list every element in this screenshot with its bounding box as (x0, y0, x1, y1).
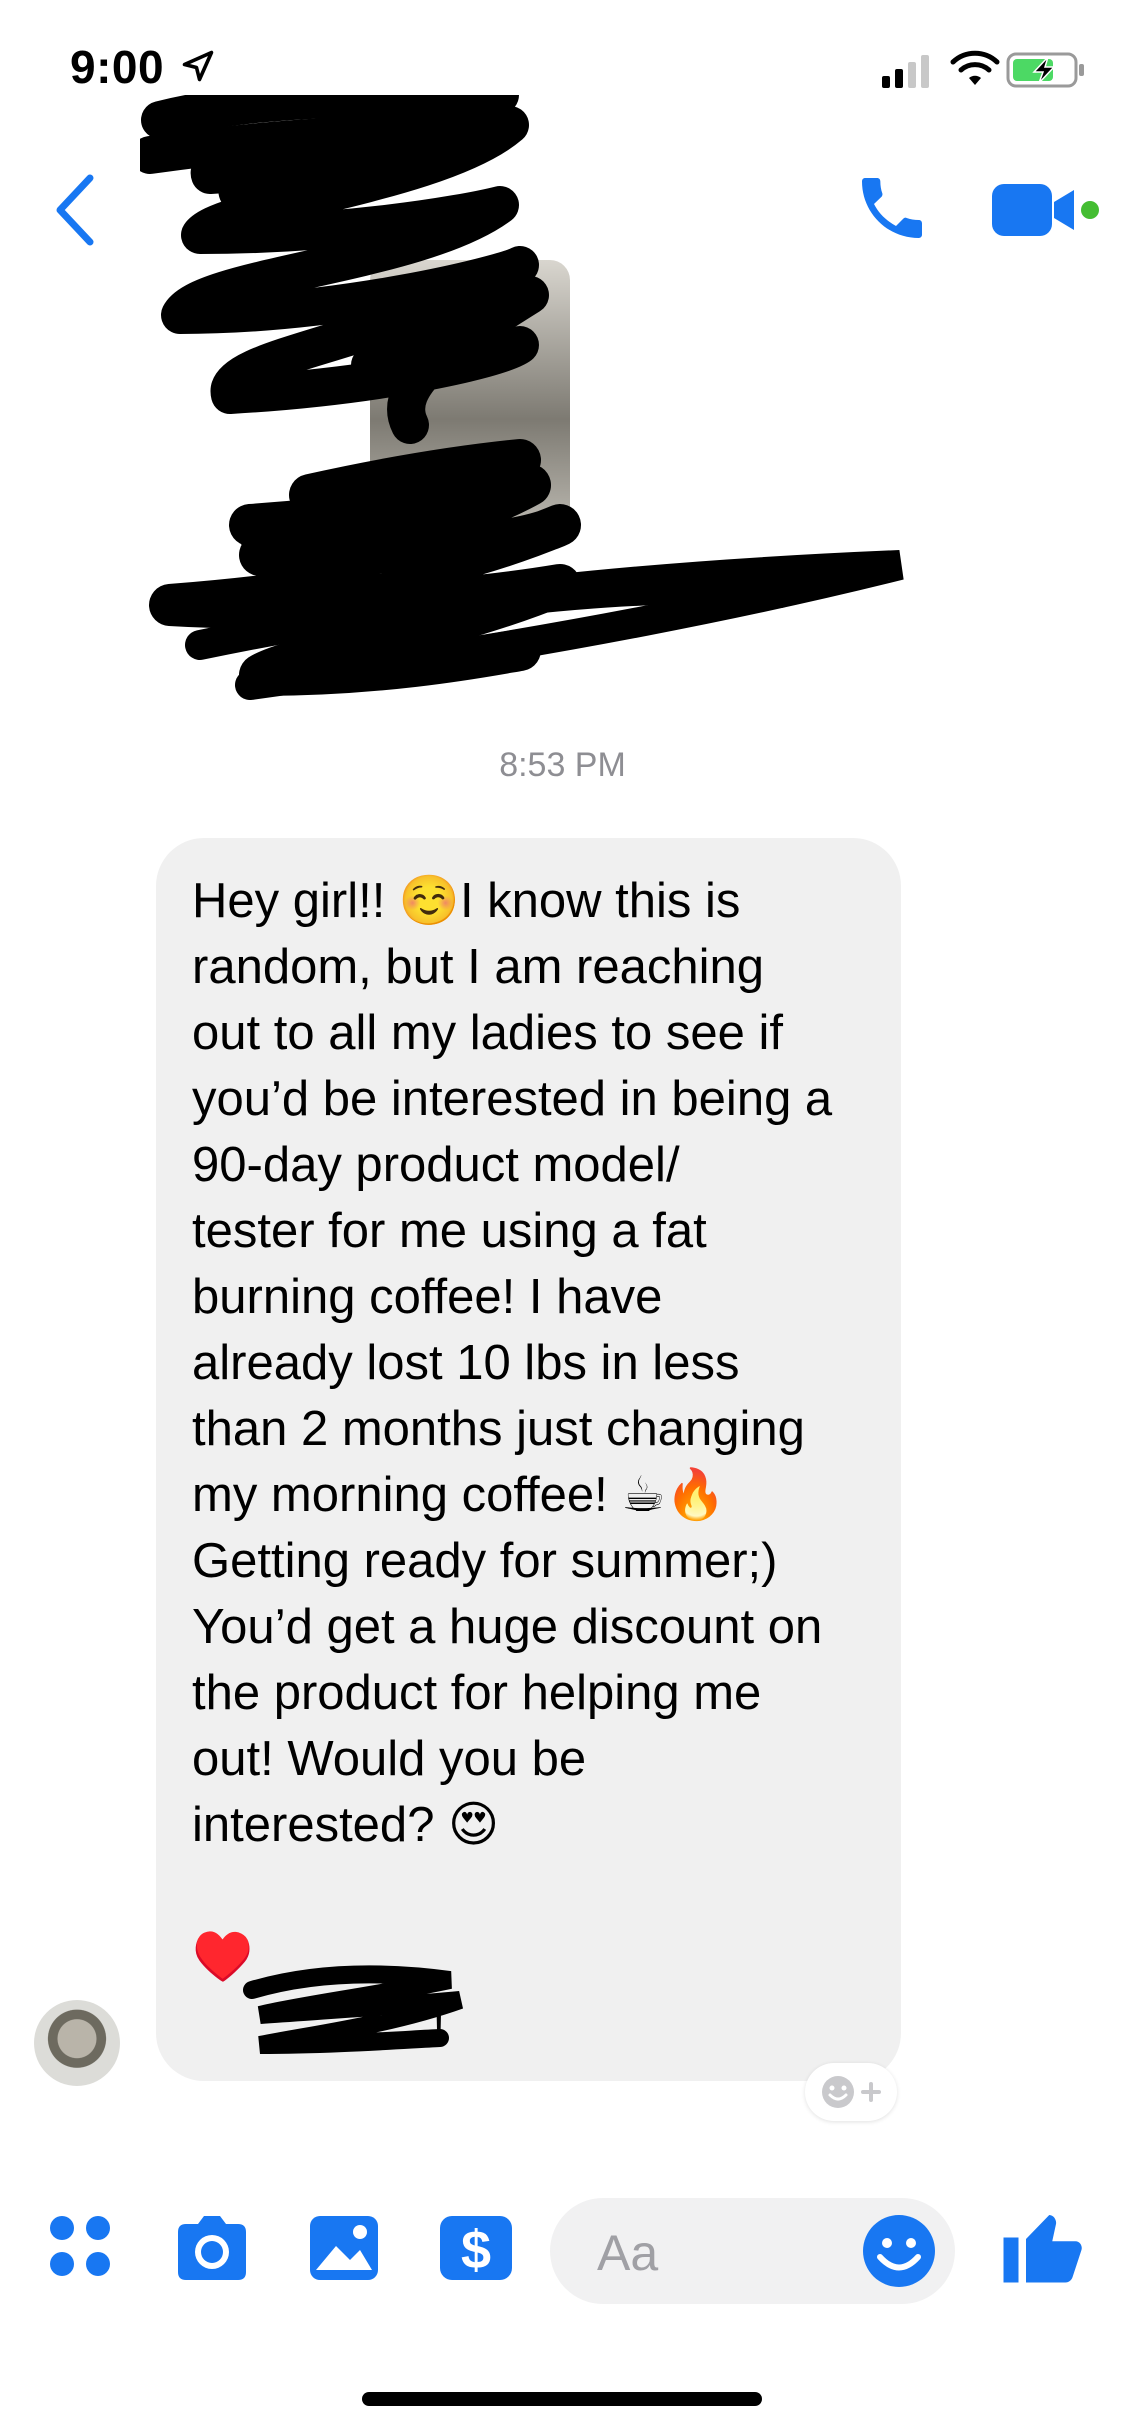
svg-text:$: $ (461, 2220, 491, 2280)
message-input-placeholder: Aa (597, 2225, 659, 2281)
battery-charging-icon (1006, 52, 1084, 88)
wifi-icon (950, 50, 1000, 85)
back-chevron-icon[interactable] (46, 170, 106, 250)
status-time: 9:00 (70, 41, 165, 93)
cellular-signal-icon (882, 55, 929, 88)
more-apps-icon[interactable] (42, 2206, 126, 2290)
sender-avatar[interactable] (34, 2000, 120, 2086)
message-text: Hey girl!! ☺️I know this is random, but … (192, 874, 833, 1984)
message-timestamp: 8:53 PM (499, 746, 626, 784)
signature-redaction-scribble (243, 1965, 464, 2054)
home-indicator (362, 2392, 762, 2406)
video-call-icon[interactable] (990, 178, 1100, 242)
emoji-smiley-icon[interactable] (860, 2212, 938, 2290)
emoji-plus-icon (822, 2076, 881, 2108)
photo-gallery-icon[interactable] (302, 2206, 386, 2290)
location-arrow-icon (182, 50, 214, 82)
send-money-icon[interactable]: $ (434, 2206, 518, 2290)
add-reaction-button[interactable] (805, 2063, 897, 2121)
redaction-scribble (140, 95, 904, 700)
camera-icon[interactable] (170, 2206, 254, 2290)
thumbs-up-like-icon[interactable] (996, 2200, 1086, 2290)
